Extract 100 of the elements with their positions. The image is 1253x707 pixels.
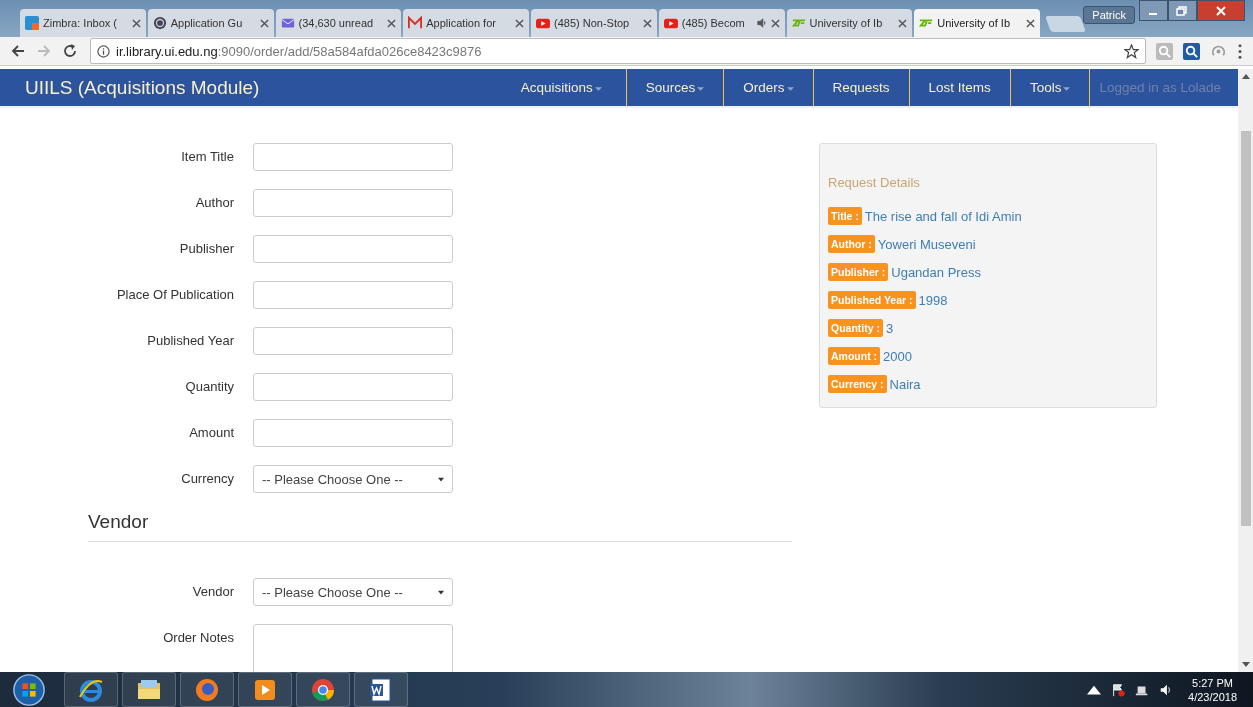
brand-title[interactable]: UIILS (Acquisitions Module) (25, 76, 260, 99)
caret-icon (438, 589, 444, 595)
text-field[interactable] (253, 143, 453, 171)
close-icon[interactable] (642, 18, 652, 28)
caret-icon (438, 476, 444, 482)
browser-tab[interactable]: (34,630 unread (275, 9, 402, 37)
browser-tab[interactable]: Application for (403, 9, 529, 37)
taskbar-app[interactable] (296, 672, 350, 707)
dropdown-field[interactable]: -- Please Choose One -- (253, 465, 453, 493)
taskbar-app[interactable] (64, 672, 118, 707)
caret-icon (1063, 87, 1071, 91)
play-icon (663, 16, 678, 30)
close-icon[interactable] (515, 18, 524, 28)
detail-value: Ugandan Press (891, 264, 981, 280)
url-text: ir.library.ui.edu.ng:9090/order/add/58a584afda026ce8423c9876 (116, 43, 483, 59)
panel-title: Request Details (828, 175, 921, 190)
close-icon[interactable] (770, 18, 780, 28)
start-button[interactable] (12, 672, 46, 707)
caret-icon (697, 87, 705, 91)
nav-menu[interactable]: Orders (724, 69, 814, 106)
close-icon[interactable] (387, 18, 397, 28)
taskbar-app[interactable] (122, 672, 176, 707)
browser-tab[interactable]: Application Gu (147, 9, 274, 37)
text-field[interactable] (253, 189, 453, 217)
field-tag: Author : (828, 235, 875, 253)
nav-menu[interactable]: Tools (1010, 69, 1091, 106)
detail-value: 3 (886, 320, 894, 336)
close-button[interactable] (1196, 0, 1245, 21)
field-tag: Title : (828, 207, 862, 225)
play-icon (536, 16, 550, 30)
field-label: Amount (188, 424, 234, 442)
field-tag: Amount : (828, 347, 881, 365)
close-icon[interactable] (1026, 18, 1035, 28)
close-icon[interactable] (259, 18, 269, 28)
reload-icon[interactable] (62, 43, 78, 59)
address-bar[interactable]: ir.library.ui.edu.ng:9090/order/add/58a584afda026ce8423c9876 (90, 38, 1146, 64)
close-icon[interactable] (898, 18, 908, 28)
field-label: Item Title (180, 148, 234, 166)
field-tag: Currency : (828, 375, 887, 393)
browser-tab[interactable]: Zimbra: Inbox ( (20, 9, 146, 37)
browser-tab[interactable]: (485) Non-Stop (531, 9, 657, 37)
tab-title: (485) Becom (681, 17, 746, 29)
new-tab-button[interactable] (1045, 16, 1087, 32)
login-status: Logged in as Lolade (1098, 79, 1222, 97)
menu-icon[interactable] (1237, 42, 1243, 60)
dropdown-field[interactable]: -- Please Choose One -- (253, 578, 453, 606)
gmail-icon (408, 16, 423, 30)
restore-icon (1176, 5, 1189, 16)
field-tag: Quantity : (828, 319, 883, 337)
text-field[interactable] (253, 373, 453, 401)
taskbar-app[interactable] (238, 672, 292, 707)
minimize-button[interactable] (1138, 0, 1168, 21)
notes-field[interactable] (253, 624, 453, 672)
field-label: Vendor (191, 583, 234, 601)
nav-menu[interactable]: Acquisitions (491, 69, 627, 106)
tab-title: Zimbra: Inbox ( (43, 17, 118, 29)
scrollbar[interactable] (1238, 69, 1253, 672)
taskbar-app[interactable] (354, 672, 408, 707)
clock-date: 4/23/2018 (1188, 689, 1237, 704)
field-tag: Publisher : (828, 263, 889, 281)
star-icon[interactable] (1124, 43, 1139, 59)
envelope-icon (280, 16, 295, 30)
text-field[interactable] (253, 235, 453, 263)
clock[interactable]: 5:27 PM 4/23/2018 (1180, 675, 1253, 704)
text-field[interactable] (253, 281, 453, 309)
back-icon[interactable] (10, 43, 26, 59)
tab-title: (34,630 unread (298, 17, 375, 29)
maximize-button[interactable] (1167, 0, 1197, 21)
text-field[interactable] (253, 419, 453, 447)
field-label: Place Of Publication (115, 286, 234, 304)
browser-tab[interactable]: University of Ib (786, 9, 913, 37)
browser-tab[interactable]: University of Ib (914, 9, 1040, 37)
taskbar-app[interactable] (180, 672, 234, 707)
nav-link[interactable]: Lost Items (909, 69, 1011, 106)
search-icon[interactable] (1183, 42, 1200, 60)
field-label: Published Year (146, 332, 234, 350)
info-icon (97, 44, 110, 58)
tab-title: (485) Non-Stop (554, 17, 631, 29)
field-label: Currency (180, 470, 234, 488)
minimize-icon (1149, 12, 1158, 15)
scroll-down-icon[interactable] (1241, 662, 1250, 667)
close-icon (1214, 5, 1227, 16)
tab-title: Application for (426, 17, 497, 29)
browser-tab[interactable]: (485) Becom (658, 9, 785, 37)
profile-button[interactable]: Patrick (1083, 6, 1135, 24)
section-heading: Vendor (88, 511, 150, 533)
field-label: Quantity (184, 378, 234, 396)
detail-value: 1998 (918, 292, 948, 308)
scroll-up-icon[interactable] (1241, 74, 1250, 79)
detail-value: Yoweri Museveni (877, 236, 976, 252)
nav-menu[interactable]: Sources (626, 69, 725, 106)
detail-value: 2000 (883, 348, 912, 364)
tab-title: University of Ib (937, 17, 1011, 29)
flag-icon[interactable] (1111, 682, 1126, 697)
firefox-icon (194, 676, 220, 703)
field-label: Author (194, 194, 234, 212)
detail-value: Naira (889, 376, 921, 392)
close-icon[interactable] (131, 18, 141, 28)
nav-link[interactable]: Requests (813, 69, 910, 106)
text-field[interactable] (253, 327, 453, 355)
